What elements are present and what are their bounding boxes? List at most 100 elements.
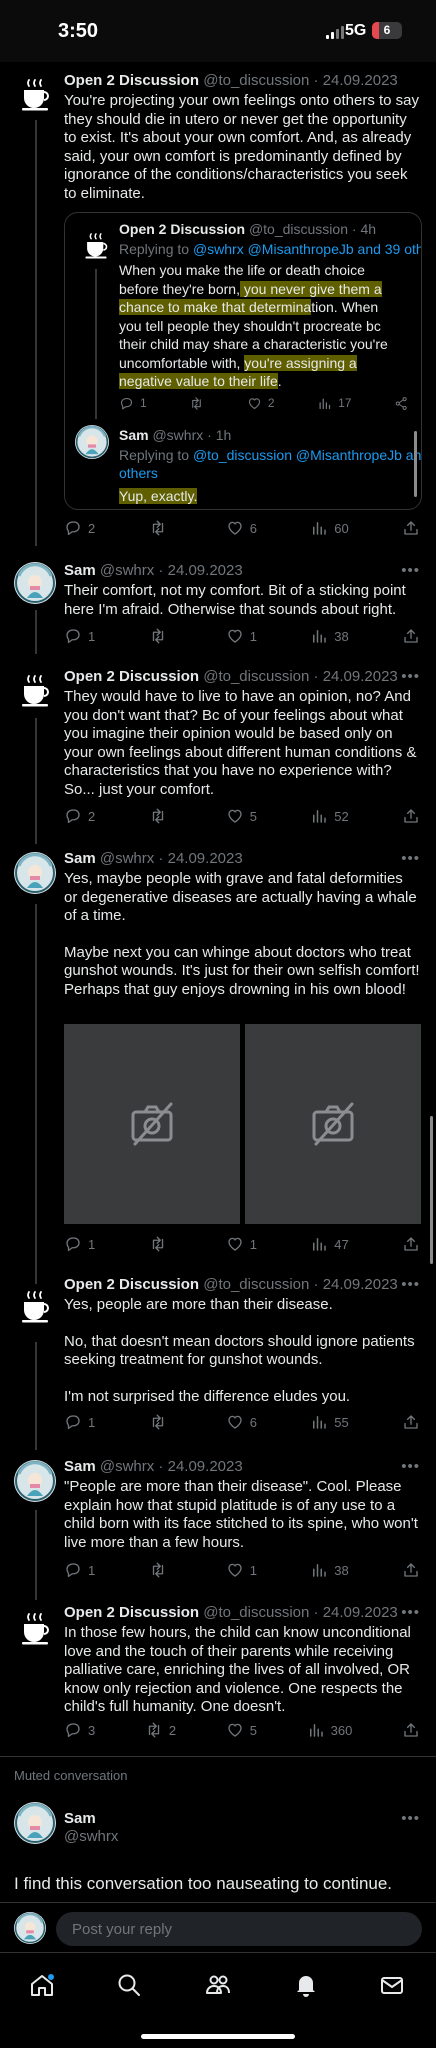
share-button[interactable]	[402, 1235, 420, 1253]
author-handle[interactable]: @to_discussion	[203, 1276, 309, 1293]
more-icon[interactable]: •••	[401, 1810, 420, 1827]
replying-to-handles[interactable]: @to_discussion @MisanthropeJb an	[193, 447, 421, 463]
like-button[interactable]: 1	[226, 1235, 257, 1253]
highlight: negative value to their life	[119, 373, 278, 389]
like-button[interactable]: 1	[226, 1561, 257, 1579]
retweet-button[interactable]	[149, 627, 173, 645]
views-button[interactable]: 60	[310, 519, 349, 537]
retweet-button[interactable]	[149, 1235, 173, 1253]
home-icon[interactable]	[28, 1971, 56, 1999]
like-button[interactable]: 6	[226, 1413, 257, 1431]
reply-button[interactable]: 3	[64, 1721, 95, 1739]
more-icon[interactable]: •••	[401, 562, 420, 579]
avatar[interactable]	[14, 852, 56, 894]
reply-button[interactable]: 1	[119, 396, 147, 411]
reply-button[interactable]: 2	[64, 519, 95, 537]
author-name[interactable]: Open 2 Discussion	[119, 221, 245, 237]
reply-button[interactable]: 1	[64, 627, 95, 645]
scrollbar[interactable]	[430, 1116, 433, 1264]
retweet-icon	[149, 1235, 167, 1253]
views-button[interactable]: 360	[307, 1721, 352, 1739]
more-icon[interactable]: •••	[401, 1604, 420, 1621]
retweet-button[interactable]: 2	[145, 1721, 176, 1739]
retweet-button[interactable]	[149, 807, 173, 825]
author-name[interactable]: Open 2 Discussion	[64, 1604, 199, 1621]
quoted-thread[interactable]: Open 2 Discussion @to_discussion · 4h Re…	[64, 212, 422, 510]
author-name[interactable]: Sam	[64, 1458, 96, 1475]
author-name[interactable]: Open 2 Discussion	[64, 668, 199, 685]
reply-button[interactable]: 1	[64, 1561, 95, 1579]
author-name[interactable]: Sam	[64, 1810, 96, 1827]
share-button[interactable]	[402, 519, 420, 537]
share-button[interactable]	[394, 396, 409, 411]
author-handle[interactable]: @swhrx	[64, 1828, 118, 1845]
media-image[interactable]	[245, 1024, 421, 1224]
more-icon[interactable]: •••	[401, 668, 420, 685]
like-button[interactable]: 5	[226, 807, 257, 825]
avatar[interactable]	[14, 1802, 56, 1844]
retweet-button[interactable]	[149, 1413, 173, 1431]
reply-input[interactable]	[56, 1912, 422, 1946]
avatar[interactable]	[79, 229, 113, 263]
like-button[interactable]: 5	[226, 1721, 257, 1739]
share-button[interactable]	[402, 627, 420, 645]
quote-scrollbar[interactable]	[414, 431, 417, 497]
more-icon[interactable]: •••	[401, 1458, 420, 1475]
views-button[interactable]: 17	[317, 396, 351, 411]
author-name[interactable]: Sam	[64, 562, 96, 579]
author-name[interactable]: Open 2 Discussion	[64, 72, 199, 89]
author-handle[interactable]: @to_discussion	[203, 72, 309, 89]
search-icon[interactable]	[115, 1971, 143, 1999]
share-button[interactable]	[402, 1413, 420, 1431]
views-button[interactable]: 38	[310, 1561, 349, 1579]
reply-button[interactable]: 1	[64, 1235, 95, 1253]
views-button[interactable]: 47	[310, 1235, 349, 1253]
media-image[interactable]	[64, 1024, 240, 1224]
share-button[interactable]	[402, 1561, 420, 1579]
like-icon	[247, 396, 262, 411]
retweet-button[interactable]	[189, 396, 204, 411]
views-button[interactable]: 52	[310, 807, 349, 825]
author-name[interactable]: Sam	[119, 427, 149, 443]
author-handle[interactable]: @swhrx	[100, 1458, 154, 1475]
reply-button[interactable]: 1	[64, 1413, 95, 1431]
share-button[interactable]	[402, 1721, 420, 1739]
avatar[interactable]	[14, 1286, 56, 1328]
more-icon[interactable]: •••	[401, 1276, 420, 1293]
avatar[interactable]	[14, 1608, 56, 1650]
author-handle[interactable]: @to_discussion	[203, 668, 309, 685]
author-name[interactable]: Open 2 Discussion	[64, 1276, 199, 1293]
messages-icon[interactable]	[378, 1971, 406, 1999]
replying-to-more[interactable]: others	[119, 465, 158, 481]
avatar[interactable]	[75, 425, 109, 459]
communities-icon[interactable]	[204, 1971, 232, 1999]
avatar[interactable]	[14, 74, 56, 116]
avatar[interactable]	[14, 562, 56, 604]
tweet-actions: 1 1 47	[64, 1234, 420, 1254]
views-button[interactable]: 55	[310, 1413, 349, 1431]
more-icon[interactable]: •••	[401, 850, 420, 867]
views-count: 52	[334, 808, 349, 824]
like-icon	[226, 519, 244, 537]
author-name[interactable]: Sam	[64, 850, 96, 867]
like-button[interactable]: 6	[226, 519, 257, 537]
reply-composer[interactable]	[56, 1912, 422, 1946]
avatar[interactable]	[14, 670, 56, 712]
replying-to-handles[interactable]: @swhrx @MisanthropeJb and 39 oth	[193, 241, 421, 257]
replying-to-others[interactable]: others	[119, 465, 158, 481]
author-handle[interactable]: @to_discussion	[203, 1604, 309, 1621]
like-button[interactable]: 2	[247, 396, 275, 411]
author-handle[interactable]: @to_discussion	[249, 221, 348, 237]
views-button[interactable]: 38	[310, 627, 349, 645]
retweet-button[interactable]	[149, 1561, 173, 1579]
like-button[interactable]: 1	[226, 627, 257, 645]
author-handle[interactable]: @swhrx	[100, 562, 154, 579]
retweet-button[interactable]	[149, 519, 173, 537]
author-handle[interactable]: @swhrx	[100, 850, 154, 867]
author-handle[interactable]: @swhrx	[152, 427, 203, 443]
avatar[interactable]	[14, 1460, 56, 1502]
notifications-icon[interactable]	[292, 1971, 320, 1999]
share-button[interactable]	[402, 807, 420, 825]
my-avatar[interactable]	[14, 1912, 46, 1944]
reply-button[interactable]: 2	[64, 807, 95, 825]
